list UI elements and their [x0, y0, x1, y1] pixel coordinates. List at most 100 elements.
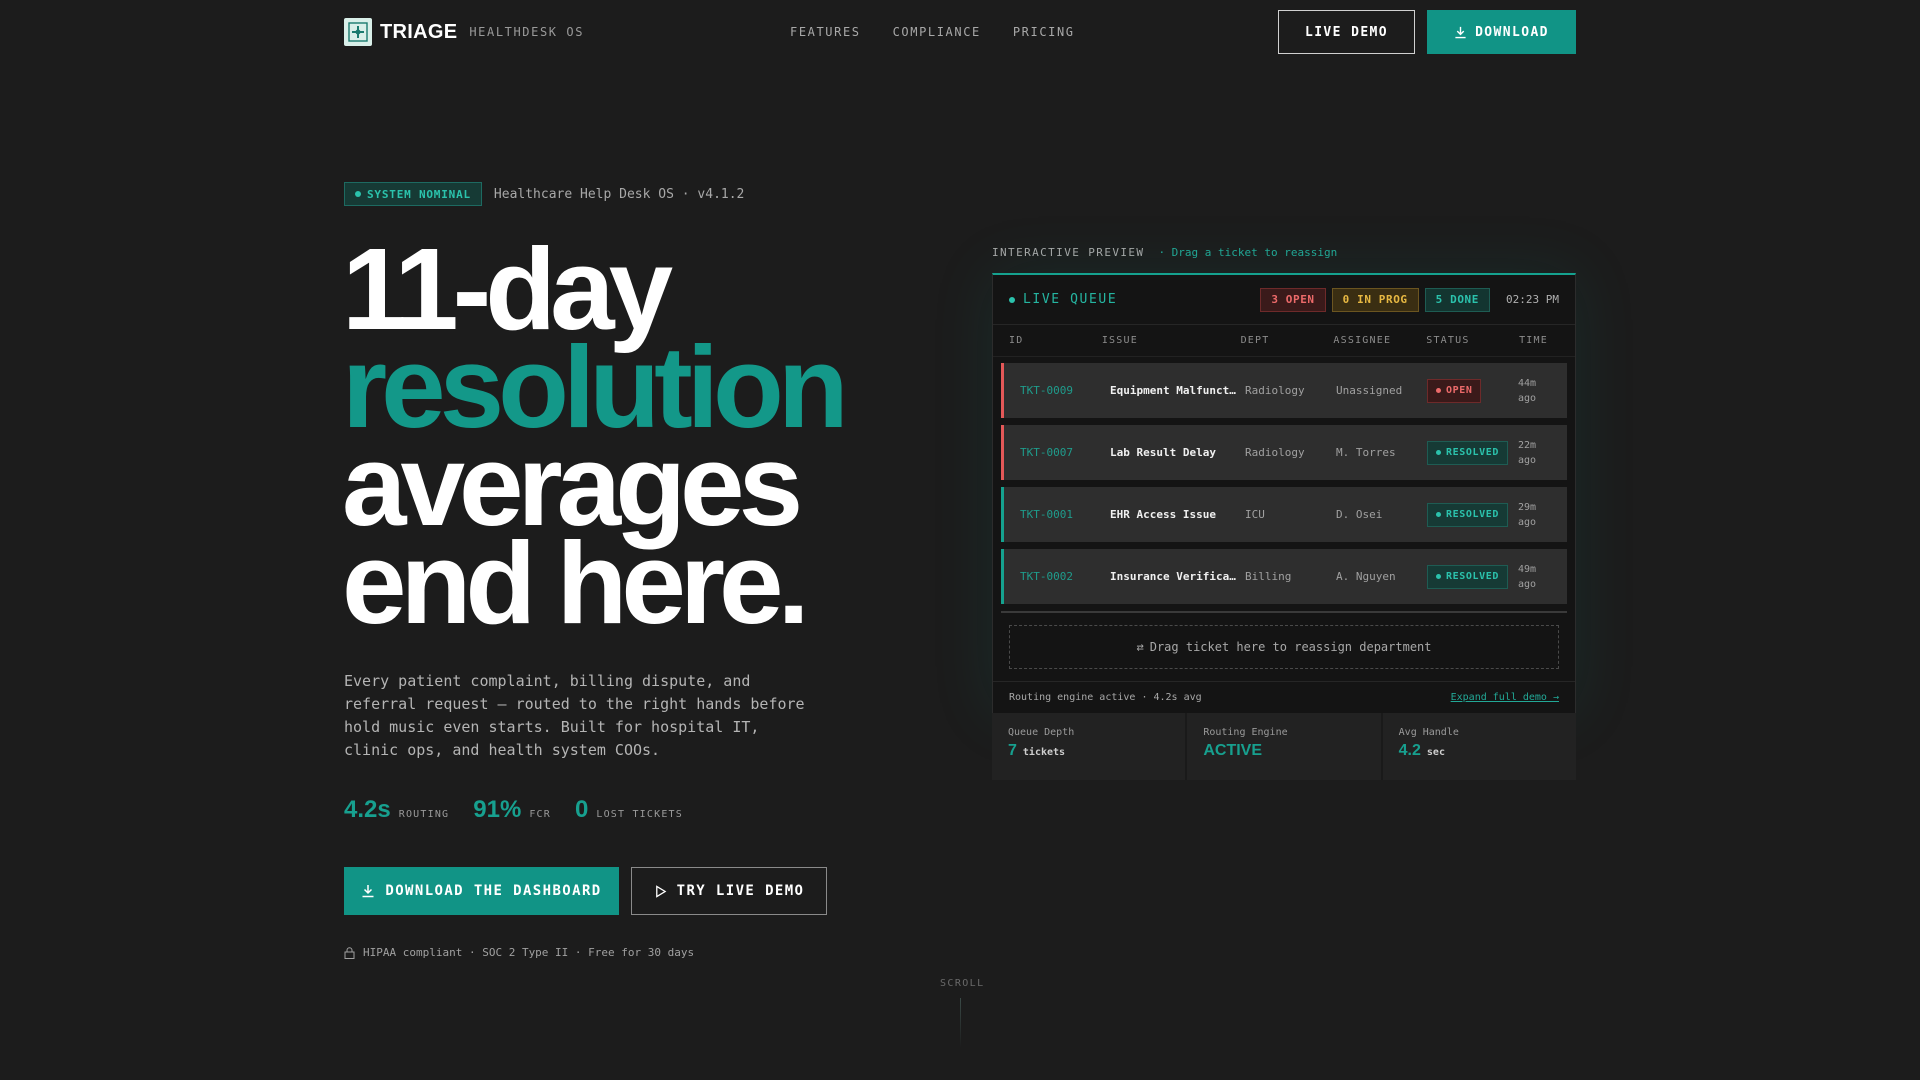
ticket-dept: Radiology [1245, 446, 1305, 459]
in-progress-count-badge[interactable]: 0 IN PROG [1331, 287, 1419, 312]
panel-footer: Routing engine active · 4.2s avg Expand … [993, 681, 1575, 713]
open-count-badge[interactable]: 3 OPEN [1260, 287, 1326, 312]
try-live-demo-label: TRY LIVE DEMO [676, 883, 805, 899]
ticket-id: TKT-0007 [1020, 446, 1073, 459]
status-dot-icon [1436, 574, 1441, 580]
metric-value: ACTIVE [1203, 742, 1262, 759]
ticket-status-cell: OPEN [1427, 378, 1518, 403]
download-dashboard-label: DOWNLOAD THE DASHBOARD [385, 883, 602, 899]
compliance-note: HIPAA compliant · SOC 2 Type II · Free f… [344, 946, 694, 959]
cta-row: DOWNLOAD THE DASHBOARD TRY LIVE DEMO [344, 867, 827, 915]
queue-title-label: LIVE QUEUE [1023, 292, 1118, 307]
status-badge-label: SYSTEM NOMINAL [367, 187, 471, 201]
metric-label: Avg Handle [1398, 727, 1459, 738]
download-dashboard-button[interactable]: DOWNLOAD THE DASHBOARD [344, 867, 619, 915]
ticket-time-value: 29m [1518, 501, 1537, 513]
brand[interactable]: TRIAGE HEALTHDESK OS [344, 18, 584, 46]
headline-line-4: end here. [342, 518, 810, 648]
lock-icon [344, 946, 355, 959]
nav-link-pricing[interactable]: PRICING [1013, 25, 1075, 39]
stat-label: FCR [529, 809, 551, 820]
ticket-assignee: D. Osei [1336, 508, 1383, 521]
nav-links: FEATURES COMPLIANCE PRICING [790, 10, 1075, 54]
stat-label: ROUTING [398, 809, 450, 820]
logo-icon [344, 18, 372, 46]
col-header-issue: ISSUE [1101, 335, 1138, 346]
ticket-issue: Equipment Malfunction [1110, 384, 1245, 397]
compliance-text: HIPAA compliant · SOC 2 Type II · Free f… [363, 946, 695, 959]
brand-name: TRIAGE [380, 20, 458, 43]
ticket-time: 49m ago [1518, 562, 1558, 592]
nav-link-features[interactable]: FEATURES [790, 25, 861, 39]
live-queue-panel: LIVE QUEUE 3 OPEN 0 IN PROG 5 DONE 02:23… [992, 273, 1576, 713]
scroll-line [960, 998, 961, 1048]
ticket-row[interactable]: TKT-0009 Equipment Malfunction Radiology… [1001, 363, 1567, 418]
metrics-bar: Queue Depth 7 tickets Routing Engine ACTI… [992, 713, 1576, 780]
metric-label: Queue Depth [1008, 727, 1075, 738]
preview-title: INTERACTIVE PREVIEW [992, 246, 1145, 259]
stat-value: 91% [473, 796, 522, 823]
nav-link-compliance[interactable]: COMPLIANCE [893, 25, 981, 39]
status-label: RESOLVED [1446, 571, 1499, 583]
drop-divider [1001, 611, 1567, 613]
dropzone-label: Drag ticket here to reassign department [1149, 640, 1432, 654]
ticket-time-value: 44m [1518, 377, 1537, 389]
status-badge: SYSTEM NOMINAL [344, 182, 482, 206]
ticket-id: TKT-0009 [1020, 384, 1073, 397]
download-button[interactable]: DOWNLOAD [1427, 10, 1576, 54]
status-label: OPEN [1446, 385, 1473, 397]
ticket-list: TKT-0009 Equipment Malfunction Radiology… [993, 357, 1575, 604]
status-badge: OPEN [1427, 378, 1482, 403]
ticket-id: TKT-0002 [1020, 570, 1073, 583]
reassign-dropzone[interactable]: ⇄ Drag ticket here to reassign departmen… [1009, 625, 1559, 669]
try-live-demo-button[interactable]: TRY LIVE DEMO [631, 867, 827, 915]
routing-status-text: Routing engine active · 4.2s avg [1009, 692, 1202, 703]
metric-unit: tickets [1022, 747, 1066, 758]
status-dot-icon [1436, 450, 1441, 456]
ticket-time: 22m ago [1518, 438, 1558, 468]
top-nav: TRIAGE HEALTHDESK OS FEATURES COMPLIANCE… [344, 10, 1576, 54]
live-dot-icon [1009, 296, 1015, 303]
ticket-row[interactable]: TKT-0001 EHR Access Issue ICU D. Osei RE… [1001, 487, 1567, 542]
ticket-time-suffix: ago [1518, 454, 1537, 466]
ticket-issue: Lab Result Delay [1110, 446, 1216, 459]
col-header-time: TIME [1519, 335, 1548, 346]
status-label: RESOLVED [1446, 447, 1499, 459]
ticket-row[interactable]: TKT-0002 Insurance Verification Billing … [1001, 549, 1567, 604]
metric-value: 4.2 [1398, 742, 1421, 759]
status-dot-icon [355, 191, 361, 197]
ticket-time-suffix: ago [1518, 516, 1537, 528]
live-demo-button[interactable]: LIVE DEMO [1278, 10, 1415, 54]
status-badge: RESOLVED [1427, 502, 1508, 527]
ticket-issue: Insurance Verification [1110, 570, 1245, 583]
ticket-time-value: 22m [1518, 439, 1537, 451]
preview-hint: · Drag a ticket to reassign [1158, 246, 1338, 259]
ticket-status-cell: RESOLVED [1427, 440, 1518, 465]
stat-value: 4.2s [344, 796, 391, 823]
ticket-dept: Radiology [1245, 384, 1305, 397]
status-badge: RESOLVED [1427, 564, 1508, 589]
queue-badges: 3 OPEN 0 IN PROG 5 DONE 02:23 PM [1260, 287, 1559, 312]
expand-demo-link[interactable]: Expand full demo → [1451, 692, 1559, 703]
stat-routing: 4.2s ROUTING [344, 796, 449, 824]
metric-unit: sec [1426, 747, 1445, 758]
metric-label: Routing Engine [1203, 727, 1288, 738]
ticket-row[interactable]: TKT-0007 Lab Result Delay Radiology M. T… [1001, 425, 1567, 480]
ticket-assignee: A. Nguyen [1336, 570, 1396, 583]
queue-title: LIVE QUEUE [1009, 292, 1117, 307]
swap-icon: ⇄ [1136, 640, 1144, 654]
scroll-indicator: SCROLL [940, 978, 985, 989]
ticket-time-value: 49m [1518, 563, 1537, 575]
status-label: RESOLVED [1446, 509, 1499, 521]
status-dot-icon [1436, 388, 1441, 394]
status-dot-icon [1436, 512, 1441, 518]
col-header-dept: DEPT [1240, 335, 1270, 346]
version-text: Healthcare Help Desk OS · v4.1.2 [493, 186, 745, 202]
table-header: ID ISSUE DEPT ASSIGNEE STATUS TIME [993, 325, 1575, 357]
ticket-assignee: Unassigned [1336, 384, 1403, 397]
ticket-issue: EHR Access Issue [1110, 508, 1216, 521]
done-count-badge[interactable]: 5 DONE [1424, 287, 1491, 312]
preview-label: INTERACTIVE PREVIEW · Drag a ticket to r… [992, 246, 1337, 259]
stat-fcr: 91% FCR [473, 796, 551, 824]
hero-lead: Every patient complaint, billing dispute… [344, 672, 805, 759]
